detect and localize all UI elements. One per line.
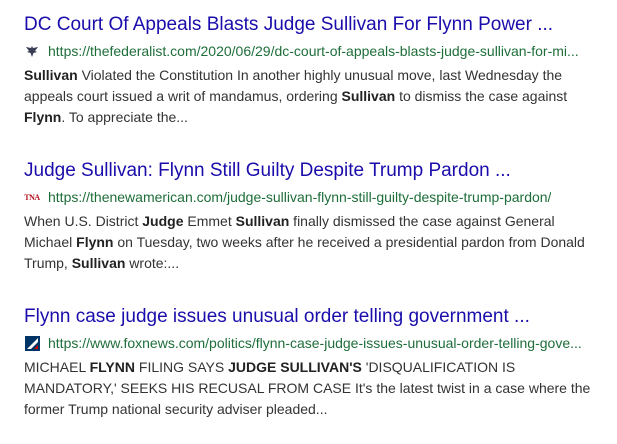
snippet-text: Emmet <box>183 213 236 229</box>
search-result: DC Court Of Appeals Blasts Judge Sulliva… <box>24 12 604 128</box>
snippet-highlight: Flynn <box>76 234 114 250</box>
result-title-link[interactable]: Flynn case judge issues unusual order te… <box>24 304 604 330</box>
tna-icon: TNA <box>24 189 40 205</box>
result-url[interactable]: https://thenewamerican.com/judge-sulliva… <box>48 187 551 207</box>
snippet-text: . To appreciate the... <box>61 109 188 125</box>
result-url-row: TNA https://thenewamerican.com/judge-sul… <box>24 187 604 207</box>
snippet-text: MICHAEL <box>24 359 90 375</box>
result-title-link[interactable]: Judge Sullivan: Flynn Still Guilty Despi… <box>24 158 604 184</box>
snippet-text: to dismiss the case against <box>395 88 568 104</box>
result-title-link[interactable]: DC Court Of Appeals Blasts Judge Sulliva… <box>24 12 604 38</box>
snippet-highlight: Sullivan <box>341 88 396 104</box>
snippet-highlight: Flynn <box>24 109 62 125</box>
snippet-highlight: Sullivan <box>71 255 126 271</box>
snippet-highlight: Sullivan <box>235 213 290 229</box>
result-url[interactable]: https://thefederalist.com/2020/06/29/dc-… <box>48 41 579 61</box>
snippet-text: When U.S. District <box>24 213 143 229</box>
snippet-text: wrote:... <box>125 255 180 271</box>
result-url-row: https://thefederalist.com/2020/06/29/dc-… <box>24 41 604 61</box>
snippet-highlight: JUDGE SULLIVAN'S <box>228 359 362 375</box>
result-snippet: Sullivan Violated the Constitution In an… <box>24 65 600 128</box>
snippet-highlight: Sullivan <box>24 67 78 83</box>
search-result: Flynn case judge issues unusual order te… <box>24 304 604 420</box>
result-url[interactable]: https://www.foxnews.com/politics/flynn-c… <box>48 333 582 353</box>
snippet-highlight: FLYNN <box>89 359 135 375</box>
result-snippet: MICHAEL FLYNN FILING SAYS JUDGE SULLIVAN… <box>24 357 600 420</box>
result-snippet: When U.S. District Judge Emmet Sullivan … <box>24 211 600 274</box>
search-results-list: DC Court Of Appeals Blasts Judge Sulliva… <box>24 12 604 420</box>
snippet-highlight: Judge <box>142 213 184 229</box>
result-url-row: https://www.foxnews.com/politics/flynn-c… <box>24 333 604 353</box>
search-result: Judge Sullivan: Flynn Still Guilty Despi… <box>24 158 604 274</box>
eagle-icon <box>24 43 40 59</box>
tna-icon-text: TNA <box>24 192 40 202</box>
foxnews-icon <box>24 335 40 351</box>
snippet-text: FILING SAYS <box>135 359 229 375</box>
